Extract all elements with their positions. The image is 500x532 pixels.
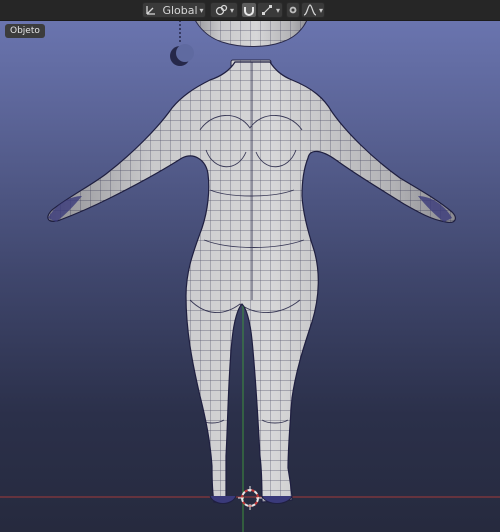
chevron-down-icon: ▾ <box>318 5 323 15</box>
transform-orientation-icon <box>146 6 156 15</box>
pivot-point-icon <box>215 4 228 16</box>
chevron-down-icon: ▾ <box>229 5 234 15</box>
proportional-edit-icon <box>289 6 297 14</box>
snap-target-dropdown[interactable]: ▾ <box>257 2 283 18</box>
falloff-curve-icon <box>303 4 317 16</box>
mesh-canvas[interactable] <box>0 0 500 532</box>
proportional-edit-toggle[interactable] <box>286 2 300 18</box>
magnet-icon <box>244 7 254 16</box>
falloff-dropdown[interactable]: ▾ <box>301 2 325 18</box>
viewport-header-toolbar: Global ▾ ▾ ▾ ▾ <box>0 0 500 21</box>
body-mesh[interactable] <box>0 40 500 520</box>
chevron-down-icon: ▾ <box>275 5 280 15</box>
3d-viewport[interactable]: Global ▾ ▾ ▾ ▾ Objeto <box>0 0 500 532</box>
pivot-point-dropdown[interactable]: ▾ <box>210 2 238 18</box>
snap-toggle[interactable] <box>241 2 257 18</box>
moon-earring-icon <box>170 20 194 66</box>
object-mode-label: Objeto <box>5 24 45 38</box>
orientation-label: Global <box>162 3 198 17</box>
snap-increment-icon <box>261 5 272 15</box>
3d-cursor-icon[interactable] <box>238 486 262 510</box>
transform-orientation-dropdown[interactable]: Global ▾ <box>142 2 206 18</box>
chevron-down-icon: ▾ <box>199 5 204 15</box>
